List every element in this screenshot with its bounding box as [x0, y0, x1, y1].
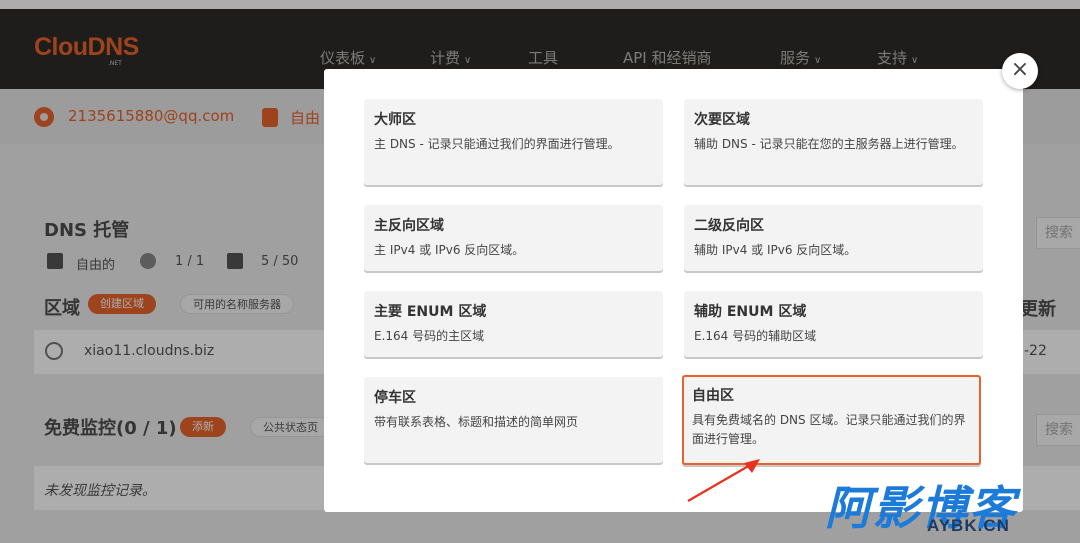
watermark-sub: AYBK.CN: [927, 516, 1010, 535]
zone-card-title: 大师区: [374, 112, 416, 128]
zone-card-desc: 辅助 IPv4 或 IPv6 反向区域。: [694, 243, 857, 257]
zone-card-desc: 带有联系表格、标题和描述的简单网页: [374, 415, 579, 429]
zone-card-desc: 主 DNS - 记录只能通过我们的界面进行管理。: [374, 137, 620, 151]
zone-card-title: 二级反向区: [694, 218, 764, 234]
zone-card-title: 主反向区域: [374, 218, 444, 234]
zone-card-desc: 主 IPv4 或 IPv6 反向区域。: [374, 243, 525, 257]
zone-card-desc: 具有免费域名的 DNS 区域。记录只能通过我们的界面进行管理。: [692, 413, 966, 446]
zone-card-desc: E.164 号码的辅助区域: [694, 329, 817, 343]
watermark: 阿影博客 AYBK.CN: [825, 472, 1065, 537]
zone-card-secondary[interactable]: 次要区域 辅助 DNS - 记录只能在您的主服务器上进行管理。: [684, 99, 983, 185]
zone-card-secondary-reverse[interactable]: 二级反向区 辅助 IPv4 或 IPv6 反向区域。: [684, 205, 983, 271]
zone-type-modal: 大师区 主 DNS - 记录只能通过我们的界面进行管理。 次要区域 辅助 DNS…: [324, 69, 1023, 512]
zone-card-master[interactable]: 大师区 主 DNS - 记录只能通过我们的界面进行管理。: [364, 99, 663, 185]
zone-card-title: 次要区域: [694, 112, 750, 128]
zone-card-desc: E.164 号码的主区域: [374, 329, 485, 343]
zone-card-desc: 辅助 DNS - 记录只能在您的主服务器上进行管理。: [694, 137, 964, 151]
zone-card-parked[interactable]: 停车区 带有联系表格、标题和描述的简单网页: [364, 377, 663, 463]
zone-card-master-reverse[interactable]: 主反向区域 主 IPv4 或 IPv6 反向区域。: [364, 205, 663, 271]
annotation-arrow-icon: [687, 459, 760, 502]
zone-card-master-enum[interactable]: 主要 ENUM 区域 E.164 号码的主区域: [364, 291, 663, 357]
zone-card-secondary-enum[interactable]: 辅助 ENUM 区域 E.164 号码的辅助区域: [684, 291, 983, 357]
zone-card-free[interactable]: 自由区 具有免费域名的 DNS 区域。记录只能通过我们的界面进行管理。: [682, 375, 981, 465]
close-icon[interactable]: ×: [1002, 53, 1038, 89]
zone-card-title: 主要 ENUM 区域: [374, 304, 487, 320]
zone-card-title: 停车区: [374, 390, 416, 406]
zone-card-title: 自由区: [692, 388, 734, 404]
zone-card-title: 辅助 ENUM 区域: [694, 304, 807, 320]
